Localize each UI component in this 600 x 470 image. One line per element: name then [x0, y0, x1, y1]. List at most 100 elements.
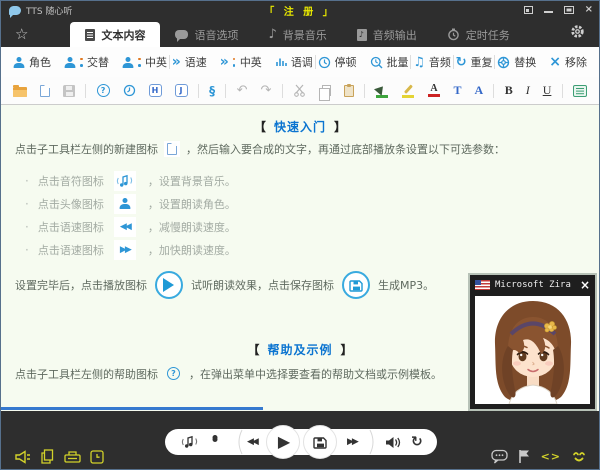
- arc-left: [235, 429, 243, 455]
- highlight-icon[interactable]: [401, 84, 414, 98]
- paragraph-play-save: 设置完毕后，点击播放图标 试听朗读效果，点击保存图标 生成MP3。: [15, 271, 434, 299]
- clock-search-icon: [370, 56, 383, 69]
- fast-forward-icon: ▶▶: [114, 240, 136, 260]
- avatar-close-icon[interactable]: ×: [580, 279, 590, 291]
- slower-icon[interactable]: ◀◀: [247, 429, 257, 455]
- copy-docs-icon[interactable]: [40, 449, 55, 464]
- hotkey-h-icon[interactable]: H: [149, 84, 162, 97]
- refresh-icon: ↻: [456, 56, 467, 69]
- speed-icon: »: [172, 55, 181, 69]
- font-color-icon[interactable]: A: [427, 84, 440, 97]
- italic-icon[interactable]: I: [526, 83, 530, 98]
- help-icon[interactable]: ?: [97, 84, 110, 97]
- save-circle-icon: [342, 271, 370, 299]
- sub-toolbar: ? H J § ↶ ↷: [1, 77, 599, 105]
- minimize-icon[interactable]: [544, 6, 553, 14]
- undo-icon[interactable]: ↶: [237, 84, 248, 97]
- open-icon[interactable]: [13, 87, 27, 97]
- role-button[interactable]: 角色: [13, 54, 51, 70]
- avatar-titlebar: Microsoft Zira De ×: [470, 275, 595, 294]
- flag-icon[interactable]: [518, 449, 531, 464]
- bgm-note-icon[interactable]: [181, 429, 198, 455]
- list-item: ·点击音符图标 ，设置背景音乐。: [25, 169, 236, 192]
- replace-button[interactable]: 替换: [497, 54, 536, 70]
- avatar-image: [475, 296, 590, 404]
- tab-voice-options[interactable]: 语音选项: [160, 22, 253, 47]
- new-page-icon: [164, 141, 180, 157]
- tone-bars-icon: [275, 56, 287, 68]
- save-mp3-button[interactable]: [303, 425, 337, 459]
- tab-background-music[interactable]: ♪ 背景音乐: [253, 22, 341, 47]
- paragraph-help: 点击子工具栏左侧的帮助图标 ? ，在弹出菜单中选择要查看的帮助文档或示例模板。: [15, 365, 442, 382]
- person-icon: [64, 57, 76, 68]
- play-button[interactable]: ▶: [266, 425, 300, 459]
- history-icon[interactable]: [123, 84, 136, 97]
- smiley-icon[interactable]: [571, 450, 587, 463]
- tab-bar: ☆ 文本内容 语音选项 ♪ 背景音乐 音频输出: [1, 19, 599, 47]
- skin-icon[interactable]: [524, 6, 533, 14]
- voice-avatar-window[interactable]: Microsoft Zira De ×: [468, 273, 597, 411]
- section-title-quick-start: 【快速入门】: [1, 118, 599, 135]
- tab-audio-output[interactable]: 音频输出: [342, 22, 432, 47]
- hotkey-j-icon[interactable]: J: [175, 84, 188, 97]
- document-icon: [85, 29, 95, 41]
- paragraph-icon[interactable]: §: [209, 84, 215, 98]
- announce-icon[interactable]: [15, 450, 31, 464]
- device-icon[interactable]: [64, 450, 81, 464]
- remove-button[interactable]: × 移除: [549, 54, 587, 70]
- arc-right: [369, 429, 377, 455]
- copy-icon[interactable]: [322, 85, 331, 96]
- font-family-icon[interactable]: A: [474, 83, 483, 98]
- register-link[interactable]: 「 注 册 」: [1, 3, 599, 18]
- speed-icon: »: [220, 55, 229, 69]
- volume-icon[interactable]: [385, 429, 401, 455]
- us-flag-icon: [475, 280, 490, 290]
- close-icon[interactable]: ×: [585, 5, 593, 15]
- person-icon: [13, 57, 25, 68]
- settings-gear-icon[interactable]: [570, 24, 585, 43]
- bold-icon[interactable]: B: [505, 83, 513, 98]
- code-icon[interactable]: <>: [541, 450, 561, 463]
- cut-icon[interactable]: [293, 84, 306, 97]
- paragraph-new-doc: 点击子工具栏左侧的新建图标 ，然后输入要合成的文字，再通过底部播放条设置以下可选…: [15, 141, 505, 157]
- faster-icon[interactable]: ▶▶: [347, 429, 357, 455]
- tab-text-content[interactable]: 文本内容: [70, 22, 160, 47]
- audio-button[interactable]: ♫ 音频: [413, 54, 451, 70]
- repeat-icon[interactable]: ↻: [411, 429, 423, 455]
- titlebar: TTS 随心听 「 注 册 」 ×: [1, 1, 599, 19]
- cn-en-role-button[interactable]: 中英: [122, 54, 167, 70]
- player-pill: ◀◀ ▶ ▶▶ ↻: [165, 429, 437, 455]
- tab-scheduled-tasks[interactable]: 定时任务: [432, 22, 525, 47]
- fill-color-icon[interactable]: [375, 84, 388, 98]
- voice-role-icon[interactable]: [209, 429, 221, 455]
- person-icon: [114, 194, 136, 214]
- rewind-icon: ◀◀: [114, 217, 136, 237]
- favorites-star-icon[interactable]: ☆: [15, 25, 28, 43]
- cn-en-speed-button[interactable]: » 中英: [220, 54, 262, 70]
- comment-bubble-icon[interactable]: [491, 449, 508, 464]
- save-icon[interactable]: [63, 85, 75, 97]
- speed-button[interactable]: » 语速: [172, 54, 207, 70]
- list-item: ·点击语速图标 ▶▶ ，加快朗读速度。: [25, 238, 236, 261]
- main-toolbar: 角色 交替 中英 » 语速 » 中英 语调: [1, 47, 599, 77]
- paste-icon[interactable]: [344, 85, 354, 97]
- tone-button[interactable]: 语调: [275, 54, 313, 70]
- statusbar-left: [15, 449, 104, 464]
- batch-button[interactable]: 批量: [370, 54, 409, 70]
- list-item: ·点击语速图标 ◀◀ ，减慢朗读速度。: [25, 215, 236, 238]
- replace-icon: [497, 56, 510, 69]
- list-icon[interactable]: [573, 85, 587, 97]
- alternate-button[interactable]: 交替: [64, 54, 109, 70]
- play-circle-icon: [155, 271, 183, 299]
- repeat-button[interactable]: ↻ 重复: [456, 54, 493, 70]
- redo-icon[interactable]: ↷: [261, 84, 272, 97]
- schedule-clock-icon[interactable]: [90, 450, 104, 464]
- font-size-icon[interactable]: T: [453, 83, 461, 98]
- timer-icon: [447, 28, 460, 41]
- person-icon: [122, 57, 134, 68]
- maximize-icon[interactable]: [564, 6, 574, 14]
- music-notes-icon: ♫: [413, 56, 425, 69]
- new-icon[interactable]: [40, 85, 50, 97]
- underline-icon[interactable]: U: [543, 83, 552, 98]
- pause-button[interactable]: 停顿: [318, 54, 357, 70]
